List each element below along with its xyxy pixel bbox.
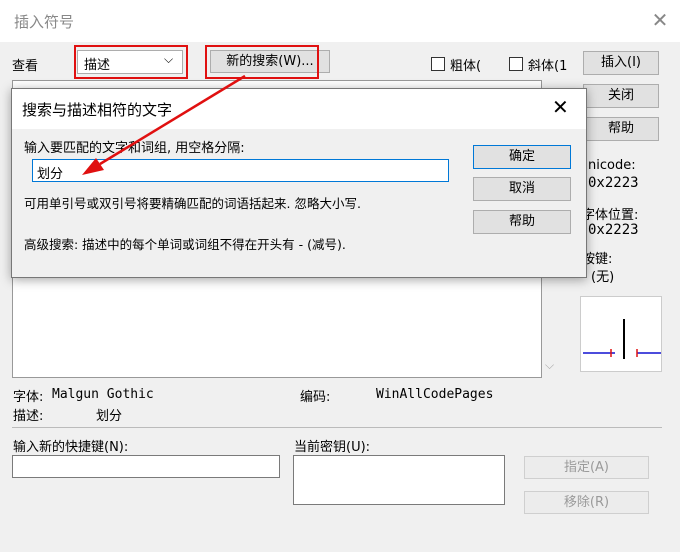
annotation-arrow xyxy=(82,74,246,175)
